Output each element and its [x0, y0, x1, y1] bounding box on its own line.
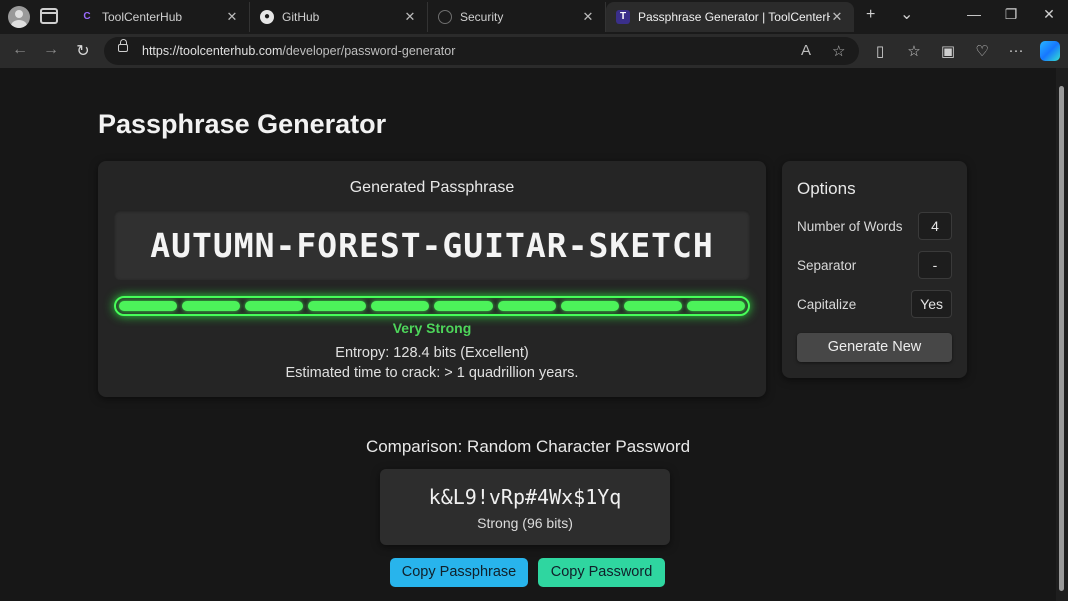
scrollbar-thumb[interactable]: [1059, 86, 1064, 591]
strength-segment: [308, 301, 367, 311]
generate-new-button[interactable]: Generate New: [797, 333, 952, 362]
close-tab-icon[interactable]: ✕: [225, 9, 239, 25]
favorites-icon[interactable]: ☆: [904, 42, 924, 60]
tab-github[interactable]: ● GitHub ✕: [250, 2, 428, 32]
new-tab-icon[interactable]: +: [866, 6, 875, 24]
github-favicon-icon: ●: [260, 10, 274, 24]
copy-password-button[interactable]: Copy Password: [538, 558, 665, 587]
split-screen-icon[interactable]: ▯: [870, 42, 890, 60]
forward-icon[interactable]: →: [41, 41, 61, 59]
close-window-icon[interactable]: ✕: [1039, 6, 1059, 23]
generated-heading: Generated Passphrase: [349, 179, 515, 196]
strength-segment: [434, 301, 493, 311]
copy-passphrase-button[interactable]: Copy Passphrase: [390, 558, 528, 587]
words-label: Number of Words: [797, 219, 903, 234]
crack-time-text: Estimated time to crack: > 1 quadrillion…: [285, 365, 579, 381]
passphrase-card: Generated Passphrase AUTUMN-FOREST-GUITA…: [98, 161, 766, 397]
strength-segment: [497, 301, 556, 311]
collections-icon[interactable]: ▣: [938, 42, 958, 60]
random-password-text[interactable]: k&L9!vRp#4Wx$1Yq: [380, 485, 670, 509]
profile-avatar-icon[interactable]: [8, 6, 30, 28]
shield-favicon-icon: [438, 10, 452, 24]
tab-list-chevron-icon[interactable]: ⌄: [900, 4, 913, 24]
tab-title: Passphrase Generator | ToolCenterHub.com: [638, 10, 830, 24]
tab-title: Security: [460, 10, 504, 24]
password-strength-text: Strong (96 bits): [477, 515, 573, 531]
lock-icon[interactable]: [118, 39, 128, 52]
browser-essentials-icon[interactable]: ♡: [972, 42, 992, 60]
toolcenterhub-favicon-icon: T: [616, 10, 630, 24]
option-capitalize: Capitalize Yes: [797, 290, 952, 318]
strength-segment: [119, 301, 178, 311]
tab-actions-icon[interactable]: [40, 8, 58, 24]
tab-toolcenterhub[interactable]: C ToolCenterHub ✕: [70, 2, 250, 32]
passphrase-display[interactable]: AUTUMN-FOREST-GUITAR-SKETCH: [114, 210, 750, 280]
strength-segment: [371, 301, 430, 311]
options-panel: Options Number of Words 4 Separator - Ca…: [782, 161, 967, 378]
address-bar[interactable]: https://toolcenterhub.com/developer/pass…: [104, 37, 859, 65]
strength-segment: [245, 301, 304, 311]
strength-segment: [623, 301, 682, 311]
tab-bar: C ToolCenterHub ✕ ● GitHub ✕ Security ✕ …: [0, 0, 1068, 34]
refresh-icon[interactable]: ↻: [73, 41, 93, 61]
strength-segment: [560, 301, 619, 311]
url-text[interactable]: https://toolcenterhub.com/developer/pass…: [142, 44, 455, 58]
option-separator: Separator -: [797, 251, 952, 279]
page-content: Passphrase Generator Generated Passphras…: [0, 68, 1056, 601]
favorite-star-icon[interactable]: ☆: [832, 42, 845, 60]
strength-meter: [114, 296, 750, 316]
tab-title: GitHub: [282, 10, 320, 24]
tab-passphrase-generator[interactable]: T Passphrase Generator | ToolCenterHub.c…: [606, 2, 854, 32]
toolcenterhub-favicon-icon: C: [83, 11, 91, 22]
capitalize-label: Capitalize: [797, 297, 857, 312]
read-aloud-icon[interactable]: A: [801, 42, 811, 59]
words-input[interactable]: 4: [918, 212, 952, 240]
entropy-text: Entropy: 128.4 bits (Excellent): [335, 345, 529, 361]
strength-label: Very Strong: [392, 320, 472, 336]
strength-segment: [182, 301, 241, 311]
comparison-heading: Comparison: Random Character Password: [365, 437, 691, 456]
more-options-icon[interactable]: ···: [1006, 42, 1026, 59]
browser-chrome: C ToolCenterHub ✕ ● GitHub ✕ Security ✕ …: [0, 0, 1068, 68]
minimize-icon[interactable]: —: [964, 6, 984, 22]
copilot-icon[interactable]: [1040, 41, 1060, 61]
tab-security[interactable]: Security ✕: [428, 2, 606, 32]
comparison-password-box: k&L9!vRp#4Wx$1Yq Strong (96 bits): [380, 469, 670, 545]
back-icon[interactable]: ←: [10, 41, 30, 59]
strength-segment: [686, 301, 745, 311]
close-tab-icon[interactable]: ✕: [830, 9, 844, 25]
passphrase-text[interactable]: AUTUMN-FOREST-GUITAR-SKETCH: [114, 226, 750, 265]
page-scrollbar[interactable]: [1056, 68, 1068, 601]
options-heading: Options: [797, 179, 856, 198]
tab-title: ToolCenterHub: [102, 10, 183, 24]
page-title: Passphrase Generator: [98, 109, 387, 139]
option-number-of-words: Number of Words 4: [797, 212, 952, 240]
separator-label: Separator: [797, 258, 857, 273]
capitalize-select[interactable]: Yes: [911, 290, 952, 318]
separator-input[interactable]: -: [918, 251, 952, 279]
close-tab-icon[interactable]: ✕: [581, 9, 595, 25]
restore-icon[interactable]: ❐: [1001, 6, 1021, 23]
browser-toolbar: ← → ↻ https://toolcenterhub.com/develope…: [0, 34, 1068, 68]
close-tab-icon[interactable]: ✕: [403, 9, 417, 25]
